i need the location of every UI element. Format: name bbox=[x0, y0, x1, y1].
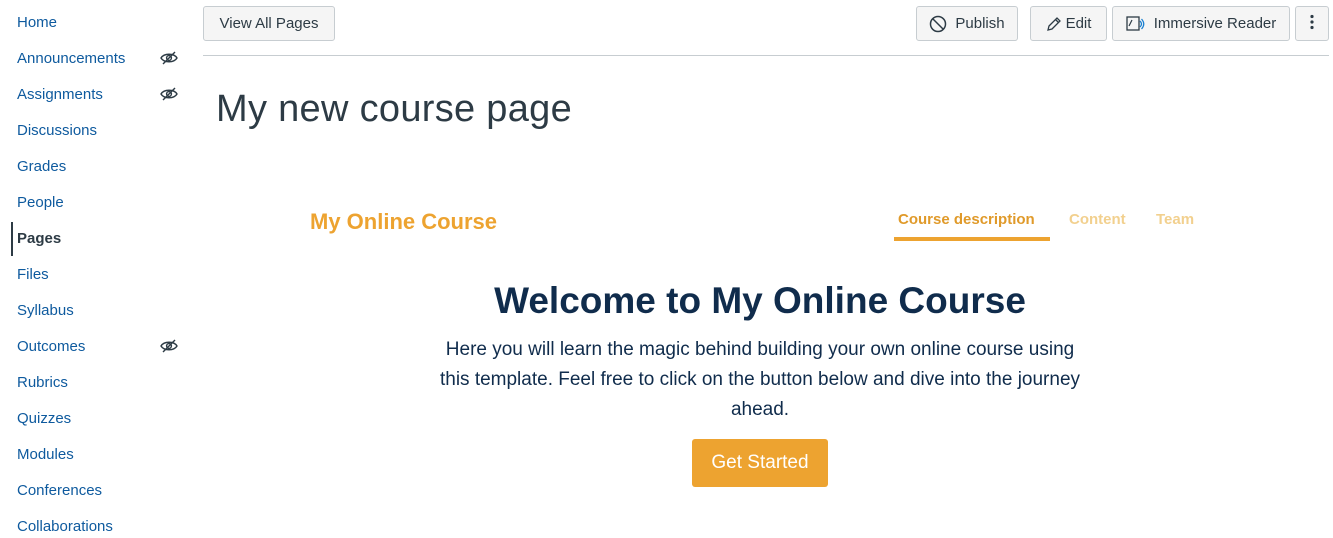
nav-assignments[interactable]: Assignments bbox=[17, 84, 178, 106]
tab-content[interactable]: Content bbox=[1069, 211, 1126, 228]
nav-people[interactable]: People bbox=[17, 192, 167, 214]
nav-label: Modules bbox=[17, 446, 74, 463]
nav-label: Assignments bbox=[17, 86, 103, 103]
nav-label: Pages bbox=[17, 230, 62, 247]
eye-slash-icon bbox=[160, 339, 178, 353]
toolbar-divider bbox=[203, 55, 1329, 56]
kebab-menu-icon bbox=[1310, 14, 1314, 34]
view-all-pages-button[interactable]: View All Pages bbox=[203, 6, 335, 41]
active-indicator bbox=[11, 222, 13, 256]
more-options-button[interactable] bbox=[1295, 6, 1329, 41]
nav-label: Rubrics bbox=[17, 374, 68, 391]
hero-line: ahead. bbox=[730, 399, 790, 420]
nav-modules[interactable]: Modules bbox=[17, 444, 167, 466]
course-brand[interactable]: My Online Course bbox=[310, 209, 497, 235]
page-title: My new course page bbox=[216, 88, 573, 130]
get-started-button[interactable]: Get Started bbox=[692, 439, 828, 487]
nav-discussions[interactable]: Discussions bbox=[17, 120, 167, 142]
nav-quizzes[interactable]: Quizzes bbox=[17, 408, 167, 430]
hero-title: Welcome to My Online Course bbox=[494, 280, 1026, 321]
hero-description: Here you will learn the magic behind bui… bbox=[425, 335, 1095, 425]
nav-home[interactable]: Home bbox=[17, 12, 167, 34]
nav-label: Grades bbox=[17, 158, 67, 175]
pencil-icon bbox=[1046, 16, 1062, 32]
nav-label: Discussions bbox=[17, 122, 98, 139]
nav-pages[interactable]: Pages bbox=[17, 228, 167, 250]
edit-label: Edit bbox=[1065, 15, 1092, 32]
nav-outcomes[interactable]: Outcomes bbox=[17, 336, 178, 358]
nav-grades[interactable]: Grades bbox=[17, 156, 167, 178]
nav-label: Quizzes bbox=[17, 410, 72, 427]
nav-rubrics[interactable]: Rubrics bbox=[17, 372, 167, 394]
hero-line: Here you will learn the magic behind bui… bbox=[445, 339, 1075, 360]
publish-button[interactable]: Publish bbox=[916, 6, 1018, 41]
publish-icon bbox=[929, 15, 947, 33]
eye-slash-icon bbox=[160, 51, 178, 65]
tab-course-description[interactable]: Course description bbox=[898, 211, 1035, 228]
nav-label: Outcomes bbox=[17, 338, 86, 355]
view-all-pages-label: View All Pages bbox=[219, 15, 319, 32]
hero-line: this template. Feel free to click on the… bbox=[439, 369, 1081, 390]
nav-label: Home bbox=[17, 14, 58, 31]
active-tab-underline bbox=[894, 237, 1050, 241]
immersive-reader-button[interactable]: Immersive Reader bbox=[1112, 6, 1290, 41]
nav-label: Announcements bbox=[17, 50, 126, 67]
nav-label: Conferences bbox=[17, 482, 103, 499]
nav-label: People bbox=[17, 194, 64, 211]
nav-conferences[interactable]: Conferences bbox=[17, 480, 167, 502]
course-navigation: Home Announcements Assignments Discussio… bbox=[0, 0, 190, 535]
nav-label: Collaborations bbox=[17, 518, 113, 535]
eye-slash-icon bbox=[160, 87, 178, 101]
edit-button[interactable]: Edit bbox=[1030, 6, 1107, 41]
immersive-reader-label: Immersive Reader bbox=[1153, 15, 1277, 32]
tab-team[interactable]: Team bbox=[1156, 211, 1194, 228]
immersive-reader-icon bbox=[1126, 15, 1146, 33]
publish-label: Publish bbox=[955, 15, 1005, 32]
nav-announcements[interactable]: Announcements bbox=[17, 48, 178, 70]
